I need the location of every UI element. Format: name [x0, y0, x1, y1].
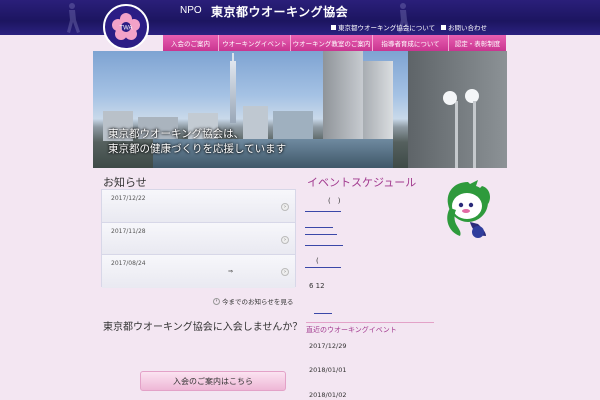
arrow-right-icon[interactable]: ›	[281, 203, 289, 211]
join-question: 東京都ウオーキング協会に入会しませんか？	[103, 322, 303, 333]
about-link[interactable]: 東京都ウオーキング協会について	[331, 22, 435, 32]
event-link-line[interactable]	[305, 245, 343, 246]
arrow-right-icon[interactable]: ›	[281, 235, 289, 244]
nav-item-walking-events[interactable]: ウオーキングイベント	[219, 35, 291, 51]
event-open-paren: (	[316, 257, 319, 265]
square-bullet-icon	[331, 24, 336, 30]
news-title: お知らせ	[103, 176, 147, 189]
nav-item-walking-classes[interactable]: ウオーキング教室のご案内	[291, 35, 373, 51]
news-item[interactable]: 2017/12/22 ›	[102, 190, 295, 223]
site-header: NPO 東京都ウオーキング協会 東京都ウオーキング協会について お問い合わせ	[0, 0, 600, 35]
npo-label: NPO	[180, 5, 202, 16]
arrow-right-icon[interactable]: ›	[281, 268, 289, 276]
event-link-line[interactable]	[314, 313, 332, 314]
news-inline-arrow: ⇒	[228, 268, 234, 275]
join-guide-button[interactable]: 入会のご案内はこちら	[140, 371, 286, 391]
events-title: イベントスケジュール	[307, 176, 417, 189]
news-item[interactable]: 2017/11/28 ›	[102, 222, 295, 255]
more-news-link[interactable]: › 今までのお知らせを見る	[213, 296, 293, 306]
nav-item-instructor-training[interactable]: 指導者育成について	[373, 35, 449, 51]
hero-caption: 東京都ウオーキング協会は、 東京都の健康づくりを応援しています	[108, 128, 287, 155]
main-nav: 入会のご案内 ウオーキングイベント ウオーキング教室のご案内 指導者育成について…	[163, 35, 506, 51]
news-list: 2017/12/22 › 2017/11/28 › 2017/08/24 ⇒ ›	[101, 189, 296, 288]
news-date: 2017/11/28	[111, 227, 146, 235]
site-title[interactable]: 東京都ウオーキング協会	[211, 3, 348, 20]
event-link-line[interactable]	[305, 267, 341, 268]
recent-event-date[interactable]: 2017/12/29	[309, 342, 346, 350]
circle-arrow-icon: ›	[213, 297, 220, 305]
event-paren: ( )	[328, 197, 341, 205]
event-link-line[interactable]	[305, 227, 333, 228]
news-item[interactable]: 2017/08/24 ⇒ ›	[102, 255, 295, 288]
event-numbers: 6 12	[309, 282, 325, 290]
logo[interactable]: TWA	[103, 4, 149, 50]
news-date: 2017/12/22	[111, 195, 146, 202]
recent-events-title: 直近のウオーキングイベント	[306, 322, 434, 335]
recent-event-date[interactable]: 2018/01/01	[309, 366, 346, 374]
news-date: 2017/08/24	[111, 260, 146, 267]
event-link-line[interactable]	[305, 234, 337, 235]
square-bullet-icon	[441, 24, 446, 30]
svg-text:TWA: TWA	[119, 26, 132, 32]
nav-item-certification[interactable]: 認定・表彰制度	[449, 35, 506, 51]
walker-silhouette-icon	[67, 3, 80, 33]
nav-item-membership[interactable]: 入会のご案内	[163, 35, 219, 51]
contact-link[interactable]: お問い合わせ	[441, 22, 487, 32]
mascot-icon	[447, 180, 490, 238]
cherry-blossom-icon: TWA	[112, 13, 140, 40]
recent-event-date[interactable]: 2018/01/02	[309, 391, 346, 399]
event-link-line[interactable]	[305, 211, 341, 212]
